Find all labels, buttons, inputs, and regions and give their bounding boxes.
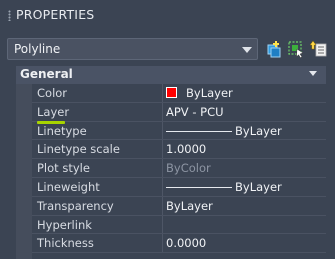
layer-highlight-underline — [37, 121, 65, 124]
property-value-text: ByLayer — [186, 86, 233, 100]
property-value-thickness[interactable]: 0.0000 — [166, 234, 326, 252]
properties-grid: Color ByLayer Layer APV - PCU Linetype B… — [32, 84, 326, 254]
linetype-sample-icon — [166, 130, 232, 132]
object-type-dropdown[interactable]: Polyline — [7, 38, 258, 60]
property-row-color[interactable]: Color ByLayer — [32, 84, 326, 103]
quick-select-icon[interactable] — [309, 40, 328, 58]
toggle-pickadd-icon[interactable] — [265, 40, 283, 58]
property-value-plot-style: ByColor — [166, 161, 211, 176]
property-value-text: ByLayer — [235, 179, 282, 194]
chevron-down-icon — [242, 47, 252, 53]
property-name: Thickness — [32, 234, 163, 253]
panel-grip-handle[interactable] — [8, 10, 11, 21]
property-value-linetype[interactable]: ByLayer — [166, 122, 326, 140]
property-value-color[interactable]: ByLayer — [166, 84, 326, 102]
property-value-transparency[interactable]: ByLayer — [166, 197, 326, 215]
property-name: Linetype — [32, 121, 163, 140]
panel-titlebar: PROPERTIES — [0, 0, 335, 30]
property-row-layer[interactable]: Layer APV - PCU — [32, 102, 326, 122]
property-name: Transparency — [32, 196, 163, 215]
property-name: Plot style — [32, 159, 163, 177]
property-row-hyperlink[interactable]: Hyperlink — [32, 215, 326, 235]
property-row-lineweight[interactable]: Lineweight ByLayer — [32, 177, 326, 197]
property-name: Hyperlink — [32, 215, 163, 234]
property-name: Linetype scale — [32, 140, 163, 159]
property-value-layer[interactable]: APV - PCU — [166, 103, 326, 121]
property-name: Color — [32, 84, 163, 102]
property-value-lineweight[interactable]: ByLayer — [166, 178, 326, 196]
general-section-title: General — [20, 67, 73, 81]
property-name: Layer — [32, 102, 163, 121]
collapse-caret-icon[interactable] — [309, 71, 317, 76]
property-row-thickness[interactable]: Thickness 0.0000 — [32, 234, 326, 254]
property-value-linetype-scale[interactable]: 1.0000 — [166, 140, 326, 158]
property-value-hyperlink[interactable] — [166, 216, 326, 234]
property-row-transparency[interactable]: Transparency ByLayer — [32, 196, 326, 216]
object-type-value: Polyline — [14, 42, 61, 56]
property-row-plot-style[interactable]: Plot style ByColor — [32, 159, 326, 178]
property-name: Lineweight — [32, 177, 163, 196]
property-row-linetype[interactable]: Linetype ByLayer — [32, 121, 326, 141]
property-value-text: ByLayer — [235, 123, 282, 138]
lineweight-sample-icon — [166, 186, 232, 188]
select-objects-icon[interactable] — [287, 40, 305, 59]
general-section-header[interactable]: General — [16, 66, 326, 84]
color-swatch-icon — [166, 87, 177, 98]
category-gutter — [16, 84, 32, 259]
panel-title: PROPERTIES — [16, 7, 95, 22]
property-row-linetype-scale[interactable]: Linetype scale 1.0000 — [32, 140, 326, 160]
